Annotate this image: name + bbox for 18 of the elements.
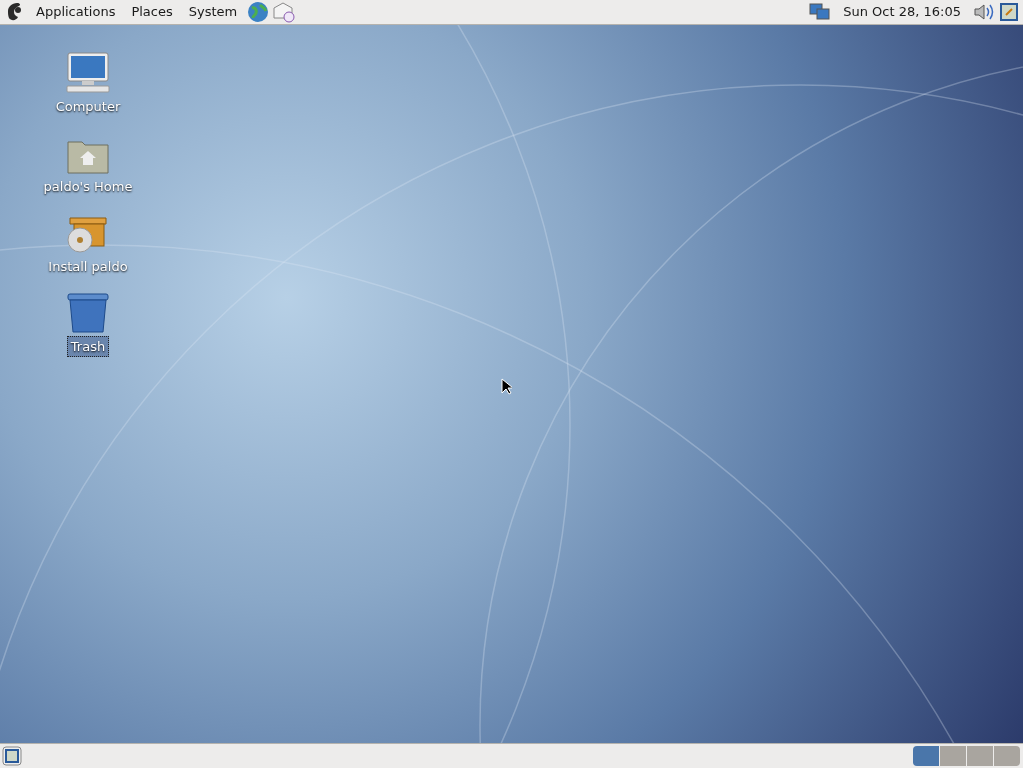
trash-icon <box>67 291 109 334</box>
mouse-pointer-icon <box>501 378 512 395</box>
show-desktop-icon[interactable] <box>2 746 22 766</box>
workspace-tile[interactable] <box>940 746 966 766</box>
network-computers-icon[interactable] <box>809 2 832 22</box>
panel-menu[interactable]: Applications <box>30 2 122 22</box>
workspace-tile[interactable] <box>913 746 939 766</box>
computer-icon <box>64 51 112 94</box>
desktop-icon-label[interactable]: Trash <box>66 335 110 357</box>
clock[interactable]: Sun Oct 28, 16:05 <box>835 2 969 22</box>
panel-menu[interactable]: Places <box>125 2 179 22</box>
workspace-tile[interactable] <box>967 746 993 766</box>
globe-icon[interactable] <box>247 1 270 23</box>
speaker-icon[interactable] <box>973 2 995 22</box>
mail-clock-icon[interactable] <box>273 1 296 23</box>
picture-frame-icon[interactable] <box>999 2 1019 22</box>
workspace-tile[interactable] <box>994 746 1020 766</box>
panel-menu[interactable]: System <box>182 2 244 22</box>
